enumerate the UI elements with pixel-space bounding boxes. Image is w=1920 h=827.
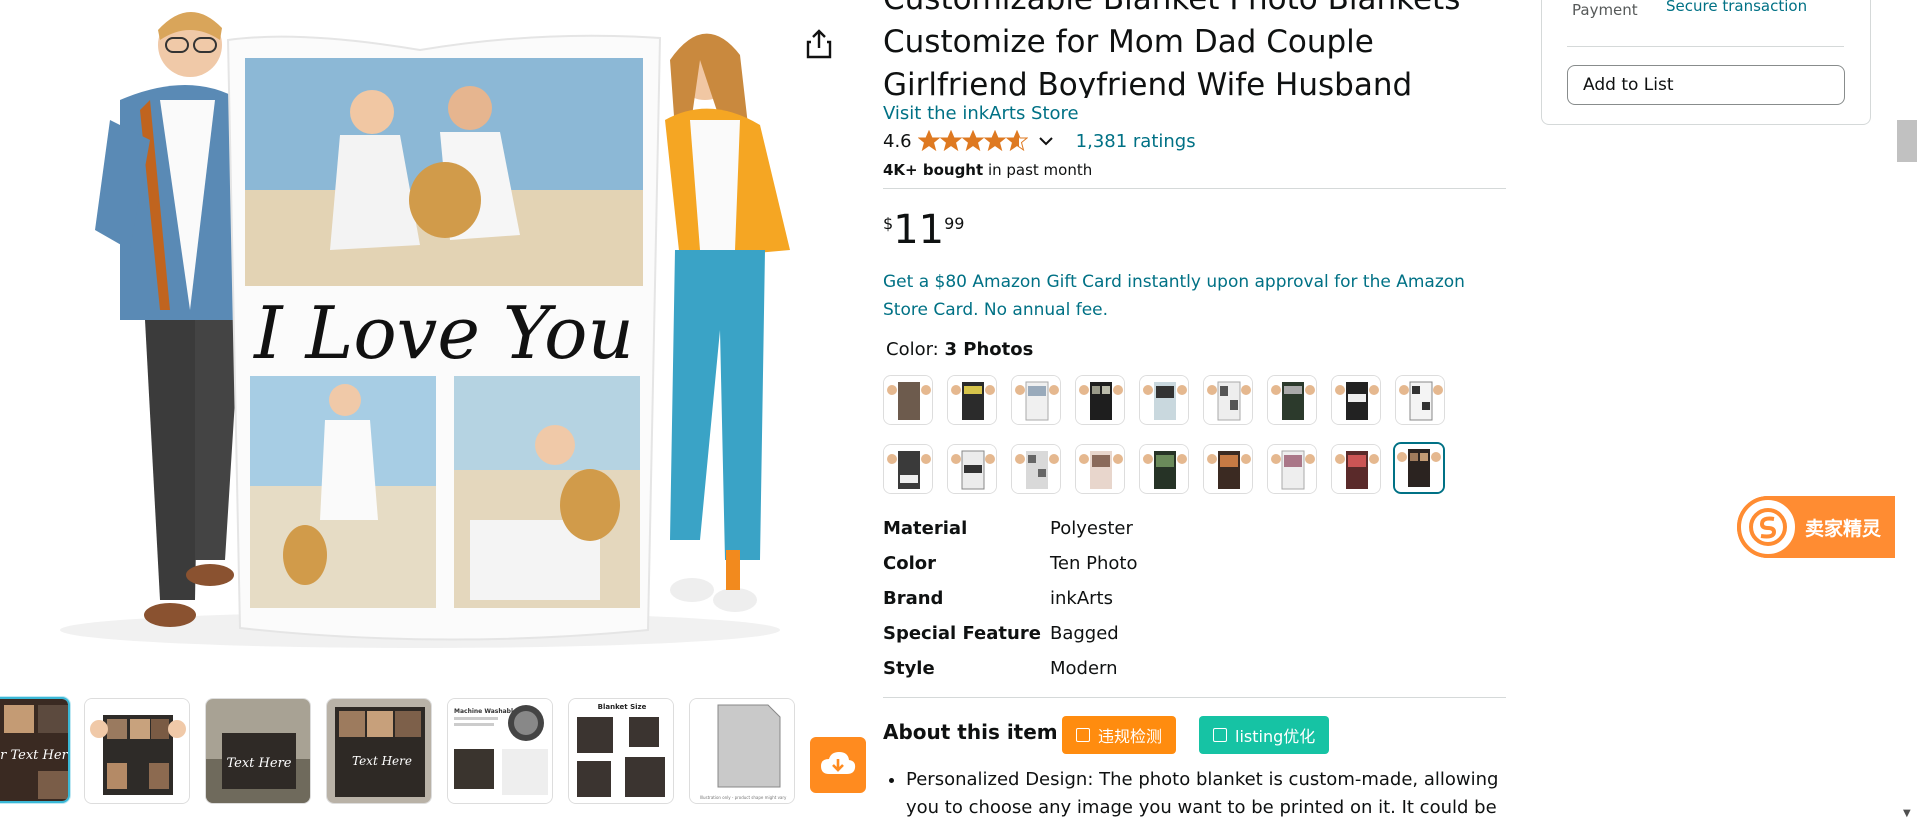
thumbnail-4[interactable]: Text Here (326, 698, 432, 804)
spec-value: Bagged (1050, 623, 1119, 644)
product-title-container: Customizable Blanket Photo Blankets Cust… (883, 0, 1506, 98)
gift-card-offer-link[interactable]: Get a $80 Amazon Gift Card instantly upo… (883, 268, 1506, 324)
thumbnail-6[interactable]: Blanket Size (568, 698, 674, 804)
color-swatch[interactable] (1011, 375, 1061, 425)
thumb-5-title: Machine Washable (454, 708, 517, 715)
color-swatch[interactable] (1203, 375, 1253, 425)
seller-sprite-badge[interactable]: 卖家精灵 (1737, 496, 1895, 558)
spec-value: Ten Photo (1050, 553, 1138, 574)
spec-key: Material (883, 518, 968, 539)
spec-key: Special Feature (883, 623, 1041, 644)
bought-suffix: in past month (983, 161, 1093, 179)
model-man (95, 11, 250, 627)
color-swatch[interactable] (1395, 375, 1445, 425)
store-link[interactable]: Visit the inkArts Store (883, 103, 1079, 124)
scrollbar-thumb[interactable] (1897, 120, 1917, 162)
thumbnail-3[interactable]: Text Here (205, 698, 311, 804)
violation-check-label: 违规检测 (1098, 727, 1163, 746)
spec-value: Polyester (1050, 518, 1133, 539)
color-label-key: Color: (886, 339, 939, 360)
spec-row: Color Ten Photo (883, 553, 1383, 583)
bought-in-past-month: 4K+ bought in past month (883, 161, 1092, 179)
color-swatch[interactable] (1075, 375, 1125, 425)
model-woman (665, 33, 790, 612)
thumb-7-caption: Illustration only - product shape might … (700, 795, 787, 800)
color-swatch[interactable] (1331, 444, 1381, 494)
color-swatch[interactable] (1203, 444, 1253, 494)
thumb-1-text: Your Text Here (0, 748, 70, 763)
seller-sprite-logo-icon (1737, 496, 1799, 558)
color-swatch[interactable] (883, 375, 933, 425)
thumb-6-title: Blanket Size (598, 703, 647, 711)
rating-value: 4.6 (883, 130, 912, 152)
listing-optimize-button[interactable]: listing优化 (1199, 716, 1330, 754)
spec-row: Brand inkArts (883, 588, 1383, 618)
color-swatch[interactable] (883, 444, 933, 494)
spec-row: Special Feature Bagged (883, 623, 1383, 653)
star-rating[interactable] (917, 130, 1028, 152)
cloud-download-icon (821, 752, 856, 774)
color-swatch[interactable] (1267, 444, 1317, 494)
color-swatch[interactable] (1139, 444, 1189, 494)
thumbnail-7[interactable]: Illustration only - product shape might … (689, 698, 795, 804)
about-this-item-heading: About this item (883, 720, 1058, 744)
color-label-value: 3 Photos (944, 339, 1034, 360)
main-product-image[interactable]: I Love You (0, 0, 820, 660)
listing-optimize-label: listing优化 (1235, 727, 1316, 746)
price: $ 11 99 (883, 208, 964, 252)
feature-bullet: Personalized Design: The photo blanket i… (906, 766, 1506, 827)
spec-row: Style Modern (883, 658, 1383, 688)
edit-icon (1213, 728, 1227, 742)
color-swatch[interactable] (1267, 375, 1317, 425)
color-swatch[interactable] (1139, 375, 1189, 425)
secure-transaction-link[interactable]: Secure transaction (1666, 0, 1807, 15)
document-icon (1076, 728, 1090, 742)
thumb-3-text: Text Here (227, 756, 292, 771)
scroll-down-arrow-icon[interactable]: ▼ (1903, 808, 1911, 819)
color-swatch[interactable] (1331, 375, 1381, 425)
spec-row: Material Polyester (883, 518, 1383, 548)
thumbnail-5[interactable]: Machine Washable (447, 698, 553, 804)
divider (883, 697, 1506, 698)
violation-check-button[interactable]: 违规检测 (1062, 716, 1177, 754)
add-to-list-button[interactable]: Add to List (1567, 65, 1845, 105)
spec-key: Style (883, 658, 935, 679)
blanket: I Love You (226, 34, 662, 641)
thumbnail-1[interactable]: Your Text Here (0, 697, 70, 803)
spec-value: inkArts (1050, 588, 1113, 609)
color-swatch-selected[interactable] (1393, 442, 1445, 494)
price-whole: 11 (893, 207, 945, 253)
cloud-download-button[interactable] (810, 737, 866, 793)
color-swatch[interactable] (947, 375, 997, 425)
price-symbol: $ (883, 214, 894, 233)
spec-key: Brand (883, 588, 944, 609)
ratings-count-link[interactable]: 1,381 ratings (1076, 131, 1196, 152)
seller-sprite-label: 卖家精灵 (1805, 517, 1882, 540)
star-icon (917, 130, 1028, 152)
color-swatch[interactable] (1011, 444, 1061, 494)
feature-bullets: Personalized Design: The photo blanket i… (906, 766, 1506, 827)
chevron-down-icon[interactable] (1038, 131, 1054, 152)
color-swatch[interactable] (947, 444, 997, 494)
blanket-text: I Love You (252, 291, 634, 375)
spec-key: Color (883, 553, 936, 574)
divider (883, 188, 1506, 189)
thumb-4-text: Text Here (352, 754, 412, 768)
price-fraction: 99 (944, 214, 965, 233)
divider (1567, 46, 1844, 47)
product-title: Customizable Blanket Photo Blankets Cust… (883, 0, 1460, 98)
color-swatch[interactable] (1075, 444, 1125, 494)
color-label: Color: 3 Photos (886, 339, 1033, 360)
rating-row: 4.6 1,381 ratings (883, 130, 1196, 152)
bought-count: 4K+ bought (883, 161, 984, 179)
spec-value: Modern (1050, 658, 1118, 679)
thumbnail-2[interactable] (84, 698, 190, 804)
payment-label: Payment (1572, 1, 1638, 19)
share-icon[interactable] (805, 28, 833, 60)
